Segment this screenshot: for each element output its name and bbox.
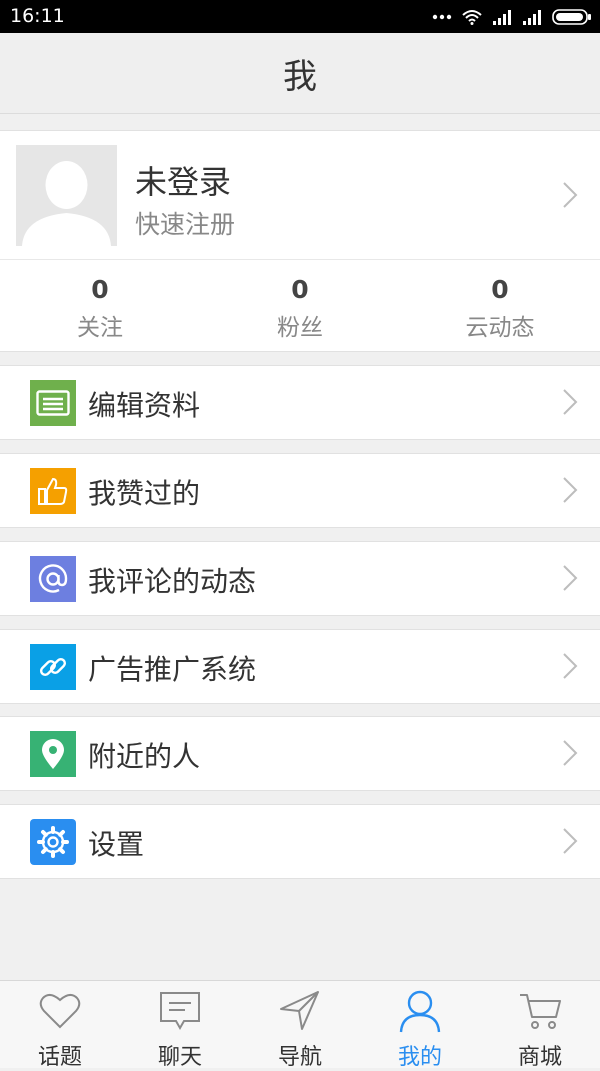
user-icon: [399, 990, 441, 1033]
chevron-right-icon: [563, 477, 578, 503]
avatar[interactable]: [16, 145, 117, 246]
stat-label: 云动态: [465, 315, 535, 341]
menu-item-nearby-people[interactable]: 附近的人: [0, 716, 600, 791]
tab-label: 商城: [517, 1045, 562, 1070]
chevron-right-icon: [563, 182, 578, 208]
stat-fans[interactable]: 0 粉丝: [200, 260, 400, 351]
chevron-right-icon: [563, 389, 578, 415]
stat-count: 0: [491, 275, 509, 304]
tab-chat[interactable]: 聊天: [120, 981, 240, 1070]
profile-login-row[interactable]: 未登录 快速注册: [0, 131, 600, 260]
thumbs-up-icon: [30, 468, 76, 514]
signal-icon: [523, 10, 541, 25]
stat-following[interactable]: 0 关注: [0, 260, 200, 351]
tab-mine[interactable]: 我的: [360, 981, 480, 1070]
at-icon: [30, 556, 76, 602]
edit-profile-icon: [30, 380, 76, 426]
stat-count: 0: [91, 275, 109, 304]
stat-label: 关注: [77, 315, 123, 341]
tab-shop[interactable]: 商城: [480, 981, 600, 1070]
tab-label: 话题: [37, 1045, 82, 1070]
navigation-arrow-icon: [280, 991, 319, 1030]
menu-item-label: 我赞过的: [88, 477, 201, 510]
status-icons: [432, 8, 592, 26]
quick-register-link[interactable]: 快速注册: [135, 205, 235, 241]
more-dots-icon: [432, 14, 452, 20]
heart-icon: [39, 994, 81, 1029]
tab-label: 我的: [397, 1045, 442, 1070]
cart-icon: [520, 994, 561, 1029]
chat-bubble-icon: [160, 992, 200, 1031]
tab-navigation[interactable]: 导航: [240, 981, 360, 1070]
profile-stats: 0 关注 0 粉丝 0 云动态: [0, 260, 600, 351]
menu-item-label: 编辑资料: [88, 389, 201, 422]
link-icon: [30, 644, 76, 690]
chevron-right-icon: [563, 740, 578, 766]
tab-label: 导航: [277, 1045, 322, 1070]
profile-card: 未登录 快速注册 0 关注 0 粉丝 0 云动态: [0, 130, 600, 352]
menu-item-liked[interactable]: 我赞过的: [0, 453, 600, 528]
gear-icon: [30, 819, 76, 865]
login-status-text: 未登录: [135, 163, 232, 201]
default-avatar-icon: [22, 161, 111, 246]
page-title: 我: [283, 56, 317, 97]
stat-count: 0: [291, 275, 309, 304]
menu-item-my-comments[interactable]: 我评论的动态: [0, 541, 600, 616]
stat-cloud-posts[interactable]: 0 云动态: [400, 260, 600, 351]
bottom-tab-bar: 话题 聊天 导航 我的 商城: [0, 980, 600, 1070]
menu-item-label: 我评论的动态: [88, 565, 257, 598]
signal-icon: [493, 10, 511, 25]
menu-item-edit-profile[interactable]: 编辑资料: [0, 365, 600, 440]
tab-topics[interactable]: 话题: [0, 981, 120, 1070]
menu-item-label: 设置: [88, 828, 145, 861]
tab-label: 聊天: [157, 1045, 202, 1070]
page-header: 我: [0, 33, 600, 114]
chevron-right-icon: [563, 565, 578, 591]
chevron-right-icon: [563, 828, 578, 854]
status-bar: 16:11: [0, 0, 600, 33]
status-time: 16:11: [10, 5, 65, 27]
menu-item-label: 附近的人: [88, 740, 201, 773]
menu-item-settings[interactable]: 设置: [0, 804, 600, 879]
wifi-icon: [462, 10, 482, 25]
menu-item-label: 广告推广系统: [88, 653, 257, 686]
battery-icon: [552, 9, 591, 25]
menu-item-ad-promotion[interactable]: 广告推广系统: [0, 629, 600, 704]
location-pin-icon: [30, 731, 76, 777]
chevron-right-icon: [563, 653, 578, 679]
stat-label: 粉丝: [277, 315, 323, 341]
